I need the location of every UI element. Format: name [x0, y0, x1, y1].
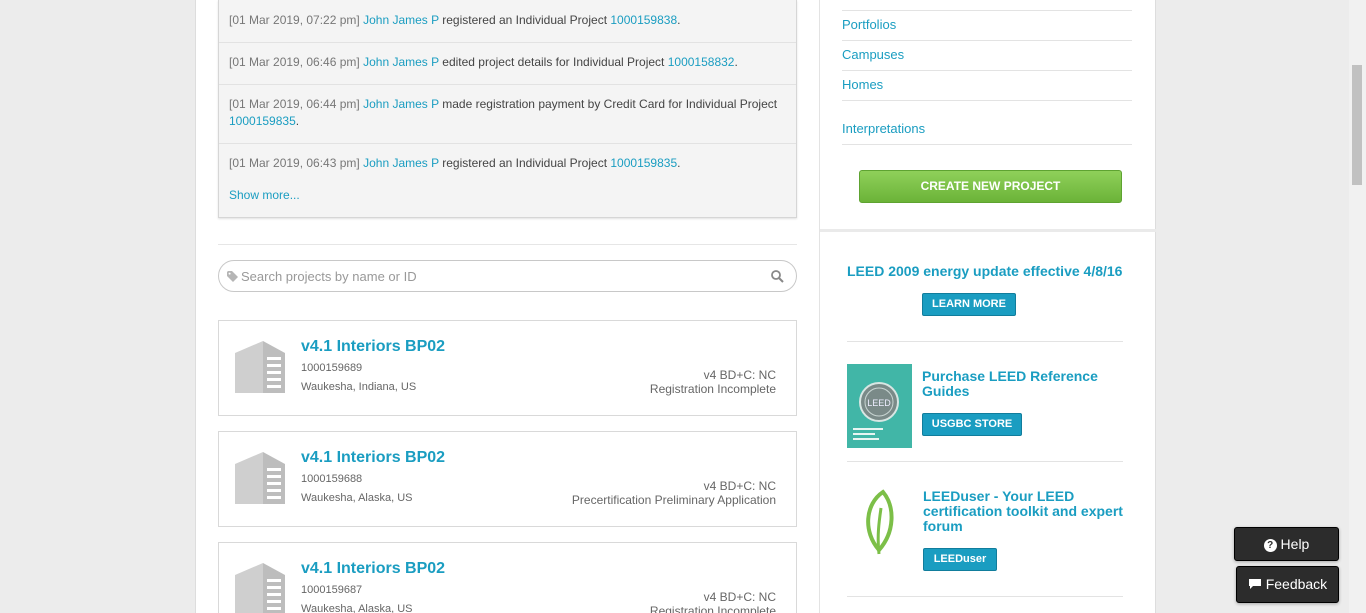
tag-icon: [227, 271, 238, 282]
chat-bubble-icon: [1248, 579, 1261, 589]
activity-action: registered an Individual Project: [442, 156, 608, 170]
project-name-link[interactable]: v4.1 Interiors BP02: [301, 338, 445, 356]
activity-item: [01 Mar 2019, 06:46 pm] John James P edi…: [219, 54, 796, 85]
project-name-link[interactable]: v4.1 Interiors BP02: [301, 449, 445, 467]
project-location: Waukesha, Indiana, US: [301, 381, 417, 393]
project-status: Registration Incomplete: [649, 382, 776, 396]
activity-user-link[interactable]: John James P: [363, 156, 439, 170]
search-input[interactable]: [241, 266, 761, 286]
building-icon: [235, 452, 285, 504]
leeduser-title[interactable]: LEEDuser - Your LEED certification toolk…: [923, 489, 1133, 534]
search-icon[interactable]: [771, 270, 784, 283]
promo-divider: [847, 461, 1123, 462]
usgbc-store-button[interactable]: USGBC STORE: [922, 413, 1022, 436]
section-divider: [820, 229, 1156, 232]
main-page: [01 Mar 2019, 07:22 pm] John James P reg…: [195, 0, 1156, 613]
activity-date: [01 Mar 2019, 07:22 pm]: [229, 13, 360, 27]
page-scrollbar[interactable]: [1349, 0, 1366, 613]
svg-text:LEED: LEED: [867, 398, 891, 408]
book-cover-icon: LEED: [853, 382, 899, 440]
activity-project-link[interactable]: 1000159835: [610, 156, 677, 170]
sidebar-top-rule: [842, 0, 1132, 11]
show-more-link[interactable]: Show more...: [229, 188, 300, 202]
project-id: 1000159688: [301, 473, 363, 485]
activity-date: [01 Mar 2019, 06:43 pm]: [229, 156, 360, 170]
reference-guide-book-image[interactable]: LEED: [847, 364, 912, 448]
scrollbar-thumb[interactable]: [1352, 65, 1362, 185]
project-status: Registration Incomplete: [649, 604, 776, 613]
help-label: Help: [1280, 536, 1310, 552]
feedback-label: Feedback: [1265, 576, 1328, 592]
project-search: [218, 260, 797, 292]
project-rating-system: v4 BD+C: NC: [703, 368, 776, 382]
sidebar-link-interpretations[interactable]: Interpretations: [842, 121, 1132, 145]
activity-project-link[interactable]: 1000158832: [668, 55, 735, 69]
promo-divider: [847, 596, 1123, 597]
project-card[interactable]: v4.1 Interiors BP02 1000159687 Waukesha,…: [218, 542, 797, 613]
project-rating-system: v4 BD+C: NC: [703, 479, 776, 493]
divider: [218, 244, 797, 245]
activity-project-link[interactable]: 1000159835: [229, 114, 296, 128]
project-id: 1000159687: [301, 584, 363, 596]
activity-feed: [01 Mar 2019, 07:22 pm] John James P reg…: [218, 0, 797, 218]
activity-project-link[interactable]: 1000159838: [610, 13, 677, 27]
activity-user-link[interactable]: John James P: [363, 97, 439, 111]
project-location: Waukesha, Alaska, US: [301, 492, 413, 504]
activity-action: registered an Individual Project: [442, 13, 608, 27]
energy-update-title[interactable]: LEED 2009 energy update effective 4/8/16: [847, 264, 1137, 279]
right-sidebar: Portfolios Campuses Homes Interpretation…: [819, 0, 1156, 613]
project-id: 1000159689: [301, 362, 363, 374]
promo-divider: [847, 341, 1123, 342]
project-name-link[interactable]: v4.1 Interiors BP02: [301, 560, 445, 578]
activity-item: [01 Mar 2019, 07:22 pm] John James P reg…: [219, 12, 796, 43]
project-location: Waukesha, Alaska, US: [301, 603, 413, 613]
building-icon: [235, 341, 285, 393]
reference-guides-title[interactable]: Purchase LEED Reference Guides: [922, 369, 1132, 399]
project-card[interactable]: v4.1 Interiors BP02 1000159689 Waukesha,…: [218, 320, 797, 416]
activity-item: [01 Mar 2019, 06:44 pm] John James P mad…: [219, 96, 796, 144]
activity-user-link[interactable]: John James P: [363, 55, 439, 69]
learn-more-button[interactable]: LEARN MORE: [922, 293, 1016, 316]
leaf-icon: [866, 489, 894, 555]
help-button[interactable]: ? Help: [1234, 527, 1339, 561]
leeduser-button[interactable]: LEEDuser: [923, 548, 997, 571]
activity-action: edited project details for Individual Pr…: [442, 55, 665, 69]
activity-user-link[interactable]: John James P: [363, 13, 439, 27]
sidebar-link-campuses[interactable]: Campuses: [842, 47, 1132, 71]
activity-item: [01 Mar 2019, 06:43 pm] John James P reg…: [229, 156, 681, 170]
activity-action: made registration payment by Credit Card…: [442, 97, 778, 111]
sidebar-link-homes[interactable]: Homes: [842, 77, 1132, 101]
activity-date: [01 Mar 2019, 06:44 pm]: [229, 97, 360, 111]
building-icon: [235, 563, 285, 613]
activity-date: [01 Mar 2019, 06:46 pm]: [229, 55, 360, 69]
project-status: Precertification Preliminary Application: [571, 493, 776, 507]
project-rating-system: v4 BD+C: NC: [703, 590, 776, 604]
sidebar-link-portfolios[interactable]: Portfolios: [842, 17, 1132, 41]
create-new-project-button[interactable]: CREATE NEW PROJECT: [859, 170, 1122, 203]
question-circle-icon: ?: [1263, 539, 1277, 552]
project-card[interactable]: v4.1 Interiors BP02 1000159688 Waukesha,…: [218, 431, 797, 527]
feedback-button[interactable]: Feedback: [1236, 566, 1339, 603]
